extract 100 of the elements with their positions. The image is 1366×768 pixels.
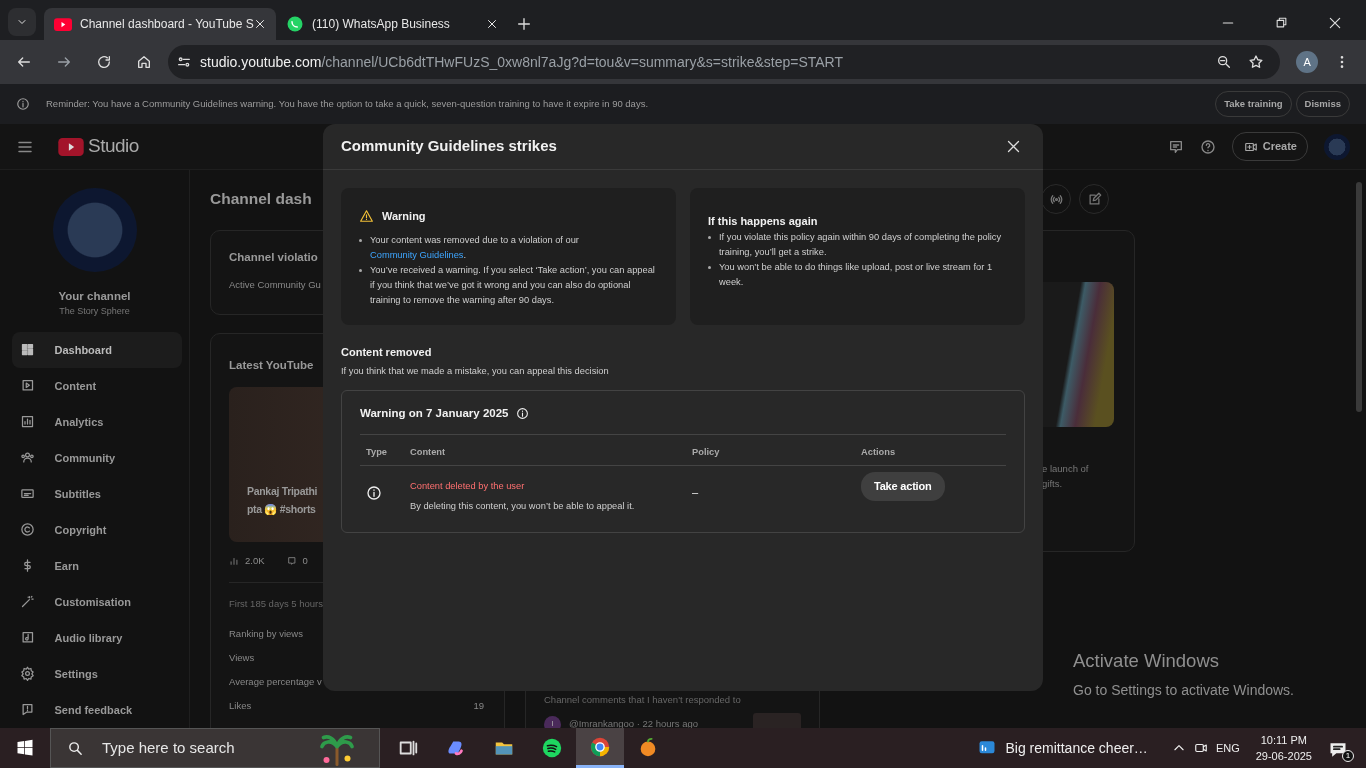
taskbar-app-button[interactable] bbox=[576, 728, 624, 768]
guidelines-link[interactable]: Community Guidelines bbox=[370, 249, 464, 260]
activation-title: Activate Windows bbox=[1073, 650, 1220, 672]
sidebar-item[interactable]: Analytics bbox=[11, 403, 182, 440]
forward-arrow-icon bbox=[56, 54, 72, 70]
copyright-icon bbox=[19, 522, 35, 538]
play-logo-icon bbox=[54, 17, 72, 31]
activation-text: Go to Settings to activate Windows. bbox=[1073, 681, 1294, 700]
card-subtitle: Channel comments that I haven't responded to bbox=[544, 693, 742, 707]
feedback-icon bbox=[19, 702, 35, 718]
sidebar-item[interactable]: Customisation bbox=[11, 583, 182, 620]
bullet-text: If you violate this policy again within 90 days of completing the policy training, you’ll get a strike. bbox=[719, 231, 1003, 259]
warning-icon bbox=[359, 209, 374, 224]
clock-time: 10:11 PM bbox=[1259, 733, 1308, 748]
bullet-dot bbox=[708, 236, 711, 239]
bullet-text: You’ve received a warning. If you select ‘Take action’, you can appeal if you think that we’ve got it wrong and you can also do optional training to remove the warning after 90 days. bbox=[370, 263, 656, 307]
info-icon bbox=[516, 406, 530, 420]
windows-logo-icon bbox=[16, 739, 34, 757]
star-icon bbox=[1248, 54, 1265, 70]
metric-label: Average percentage v bbox=[229, 675, 322, 690]
panel-title: Warning bbox=[382, 209, 426, 224]
sidebar-item[interactable]: Earn bbox=[11, 547, 182, 584]
site-settings-icon bbox=[176, 54, 192, 70]
bullet-text: Your content was removed due to a violation of our Community Guidelines. bbox=[370, 233, 580, 262]
news-text-line: gifts. bbox=[1042, 477, 1064, 491]
info-icon bbox=[366, 485, 382, 502]
strike-title: Warning on 7 January 2025 bbox=[360, 405, 509, 421]
restore-icon bbox=[1275, 16, 1288, 29]
search-icon bbox=[67, 739, 84, 757]
search-input[interactable]: Type here to search bbox=[100, 735, 270, 761]
sidebar-item[interactable]: Content bbox=[11, 367, 182, 404]
sidebar-item[interactable]: Copyright bbox=[11, 511, 182, 548]
comment-icon bbox=[286, 556, 297, 566]
take-action-button[interactable]: Take action bbox=[861, 472, 945, 501]
sidebar-item[interactable]: Community bbox=[11, 439, 182, 476]
home-icon bbox=[136, 54, 152, 70]
bullet-text: You won’t be able to do things like upload, post or live stream for 1 week. bbox=[719, 261, 994, 289]
close-icon bbox=[254, 18, 266, 30]
help-icon bbox=[1199, 138, 1216, 155]
commenter-avatar: I bbox=[544, 715, 561, 728]
studio-logo-text: Studio bbox=[88, 134, 139, 159]
channel-name: The Story Sphere bbox=[59, 305, 130, 319]
close-icon bbox=[486, 18, 498, 30]
bar-chart-icon bbox=[19, 414, 35, 430]
clock-date: 29-06-2025 bbox=[1255, 749, 1312, 764]
metric-value: 19 bbox=[473, 699, 484, 714]
metric-label: Views bbox=[229, 651, 255, 666]
info-icon bbox=[16, 97, 30, 111]
bar-chart-icon bbox=[229, 556, 239, 566]
notification-count-badge: 1 bbox=[1342, 750, 1354, 762]
profile-avatar[interactable]: A bbox=[1296, 51, 1318, 73]
close-icon bbox=[1006, 139, 1021, 154]
news-widget[interactable]: Big remittance cheer… bbox=[977, 737, 1148, 759]
metric-label: Likes bbox=[229, 699, 252, 714]
page-title: Channel dash bbox=[210, 189, 312, 210]
sidebar-item[interactable]: Subtitles bbox=[11, 475, 182, 512]
column-header: Policy bbox=[692, 447, 720, 458]
chat-bubble-icon bbox=[286, 15, 304, 33]
video-title-text: Pankaj Tripathi bbox=[247, 484, 318, 499]
play-logo-icon bbox=[58, 137, 84, 156]
magic-wand-icon bbox=[19, 594, 35, 610]
language-indicator: ENG bbox=[1215, 740, 1240, 756]
sidebar-item[interactable]: Settings bbox=[11, 655, 182, 692]
content-status-text: Content deleted by the user bbox=[410, 480, 526, 494]
close-icon bbox=[1328, 16, 1342, 30]
dialog-title: Community Guidelines strikes bbox=[341, 136, 557, 157]
channel-label: Your channel bbox=[58, 289, 131, 304]
browser-icon bbox=[589, 735, 611, 758]
period-text: First 185 days 5 hours bbox=[229, 597, 324, 611]
plus-icon bbox=[516, 16, 532, 32]
metric-label: Ranking by views bbox=[229, 627, 303, 642]
edit-icon bbox=[1086, 191, 1102, 207]
column-header: Actions bbox=[861, 447, 896, 458]
zoom-out-icon bbox=[1216, 54, 1233, 70]
policy-text: – bbox=[692, 486, 699, 499]
column-header: Content bbox=[410, 447, 446, 458]
grid-icon bbox=[19, 342, 35, 358]
column-header: Type bbox=[366, 447, 387, 458]
video-frame-icon bbox=[19, 378, 35, 394]
card-title: Channel violatio bbox=[229, 250, 318, 265]
create-button[interactable]: Create bbox=[1231, 132, 1308, 161]
bullet-dot bbox=[708, 266, 711, 269]
feedback-icon bbox=[1167, 138, 1184, 155]
video-title-text: pta 😱 #shorts bbox=[247, 502, 316, 517]
browser-tab[interactable]: Channel dashboard - YouTube S bbox=[44, 8, 276, 40]
sidebar-item[interactable]: Audio library bbox=[11, 619, 182, 656]
scrollbar-thumb[interactable] bbox=[1356, 182, 1362, 412]
sidebar-item[interactable]: Send feedback bbox=[11, 691, 182, 728]
card-text: Active Community Gu bbox=[229, 278, 321, 293]
music-note-icon bbox=[19, 630, 35, 646]
reload-icon bbox=[96, 54, 112, 70]
taskbar-search-field[interactable]: Type here to search bbox=[50, 728, 380, 768]
comments-count: 0 bbox=[302, 553, 308, 568]
content-note-text: By deleting this content, you won’t be able to appeal it. bbox=[410, 500, 636, 514]
section-title: Content removed bbox=[341, 345, 433, 360]
browser-tab[interactable]: (110) WhatsApp Business bbox=[276, 8, 508, 40]
camera-icon bbox=[1193, 741, 1208, 755]
sidebar-item[interactable]: Dashboard bbox=[11, 331, 182, 368]
back-arrow-icon bbox=[16, 54, 32, 70]
views-count: 2.0K bbox=[245, 553, 265, 568]
